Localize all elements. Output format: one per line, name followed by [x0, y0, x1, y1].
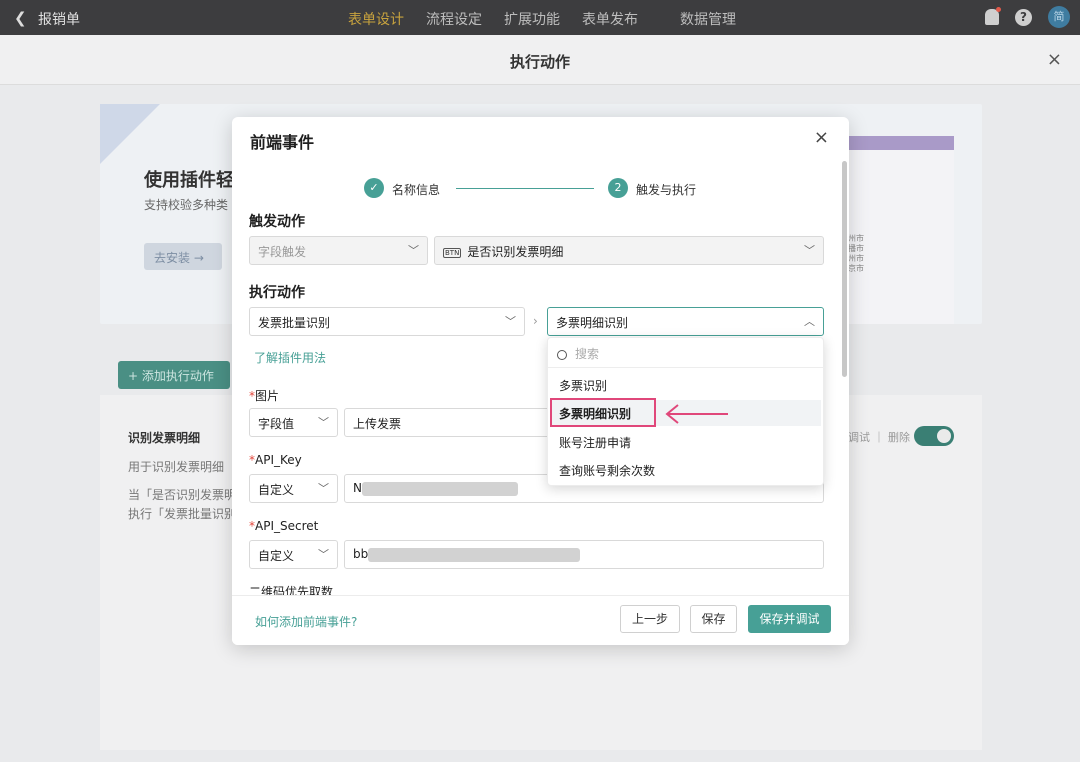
apisecret-input[interactable]: bb	[344, 540, 824, 569]
chevron-down-icon: ﹀	[318, 416, 329, 429]
redacted-value	[368, 547, 581, 562]
action-item-condition: 当「是否识别发票明	[128, 488, 237, 502]
chevron-up-icon: ︿	[804, 315, 815, 328]
trigger-field-select[interactable]: BTN 是否识别发票明细 ﹀	[434, 236, 824, 265]
image-source-select[interactable]: 字段值 ﹀	[249, 408, 338, 437]
app-name: 报销单	[38, 12, 80, 28]
main-nav: 表单设计 流程设定 扩展功能 表单发布 数据管理	[348, 9, 758, 29]
subpage-header: 执行动作 ×	[0, 35, 1080, 85]
trigger-section-title: 触发动作	[249, 214, 305, 230]
banner-preview-image: 州市 播市 州市 京市	[844, 136, 954, 324]
save-debug-button[interactable]: 保存并调试	[748, 605, 831, 633]
step-2-number: 2	[608, 178, 628, 198]
nav-data[interactable]: 数据管理	[680, 9, 736, 29]
step-1-label: 名称信息	[392, 183, 441, 197]
pointer-arrow-icon	[665, 404, 728, 424]
nav-publish[interactable]: 表单发布	[582, 9, 638, 29]
action-item-title: 识别发票明细	[128, 431, 201, 445]
bell-icon[interactable]	[985, 7, 1001, 25]
back-icon[interactable]: ❮	[14, 9, 27, 27]
search-icon	[557, 349, 567, 360]
action-item-ops[interactable]: 调试 ｜ 删除	[848, 429, 910, 445]
exec-method-select[interactable]: 多票明细识别 ︿	[547, 307, 824, 336]
dialog-close-icon[interactable]: ×	[814, 127, 829, 148]
top-bar: ❮ 报销单 表单设计 流程设定 扩展功能 表单发布 数据管理 ? 简	[0, 0, 1080, 35]
dropdown-option[interactable]: 查询账号剩余次数	[552, 457, 821, 483]
nav-extensions[interactable]: 扩展功能	[504, 9, 560, 29]
action-enable-toggle[interactable]	[914, 426, 954, 446]
help-link[interactable]: 如何添加前端事件?	[255, 613, 357, 630]
add-action-button[interactable]: + 添加执行动作	[118, 361, 230, 389]
chevron-down-icon: ﹀	[318, 548, 329, 561]
dialog-scrollbar[interactable]	[842, 161, 847, 377]
avatar[interactable]: 简	[1048, 6, 1070, 28]
preview-cities: 州市 播市 州市 京市	[848, 234, 864, 273]
button-field-icon: BTN	[443, 247, 462, 258]
dropdown-option[interactable]: 账号注册申请	[552, 429, 821, 455]
subpage-close-icon[interactable]: ×	[1047, 49, 1062, 70]
banner-title: 使用插件轻	[144, 170, 234, 191]
topbar-icons: ? 简	[985, 6, 1070, 28]
dialog-footer: 如何添加前端事件? 上一步 保存 保存并调试	[232, 595, 849, 645]
exec-plugin-select[interactable]: 发票批量识别 ﹀	[249, 307, 525, 336]
step-connector	[456, 188, 594, 189]
subpage-title: 执行动作	[509, 53, 570, 71]
apisecret-label: *API_Secret	[249, 519, 319, 533]
apisecret-source-select[interactable]: 自定义 ﹀	[249, 540, 338, 569]
dialog-title: 前端事件	[250, 133, 315, 152]
help-icon[interactable]: ?	[1015, 8, 1032, 26]
nav-form-design[interactable]: 表单设计	[348, 9, 404, 29]
learn-plugin-link[interactable]: 了解插件用法	[254, 349, 326, 366]
chevron-down-icon: ﹀	[408, 244, 419, 257]
chevron-down-icon: ﹀	[318, 482, 329, 495]
banner-corner	[100, 104, 160, 164]
highlight-box	[550, 398, 656, 427]
image-label: *图片	[249, 389, 280, 403]
redacted-value	[361, 481, 518, 496]
nav-process[interactable]: 流程设定	[426, 9, 482, 29]
exec-section-title: 执行动作	[249, 285, 305, 301]
prev-button[interactable]: 上一步	[620, 605, 680, 633]
stepper: ✓ 名称信息 2 触发与执行	[364, 178, 714, 200]
dropdown-option[interactable]: 多票识别	[552, 372, 821, 398]
action-item-execution: 执行「发票批量识别	[128, 507, 237, 521]
apikey-source-select[interactable]: 自定义 ﹀	[249, 474, 338, 503]
chevron-right-icon: ›	[533, 314, 538, 328]
chevron-down-icon: ﹀	[505, 315, 516, 328]
action-item-desc: 用于识别发票明细	[128, 460, 225, 474]
save-button[interactable]: 保存	[690, 605, 737, 633]
dropdown-search[interactable]: 搜索	[548, 338, 825, 368]
step-2-label: 触发与执行	[636, 183, 697, 197]
chevron-down-icon: ﹀	[804, 244, 815, 257]
install-button[interactable]: 去安装 →	[144, 243, 222, 270]
banner-subtitle: 支持校验多种类	[144, 198, 229, 212]
apikey-label: *API_Key	[249, 453, 302, 467]
trigger-type-select: 字段触发 ﹀	[249, 236, 428, 265]
step-done-icon: ✓	[364, 178, 384, 198]
